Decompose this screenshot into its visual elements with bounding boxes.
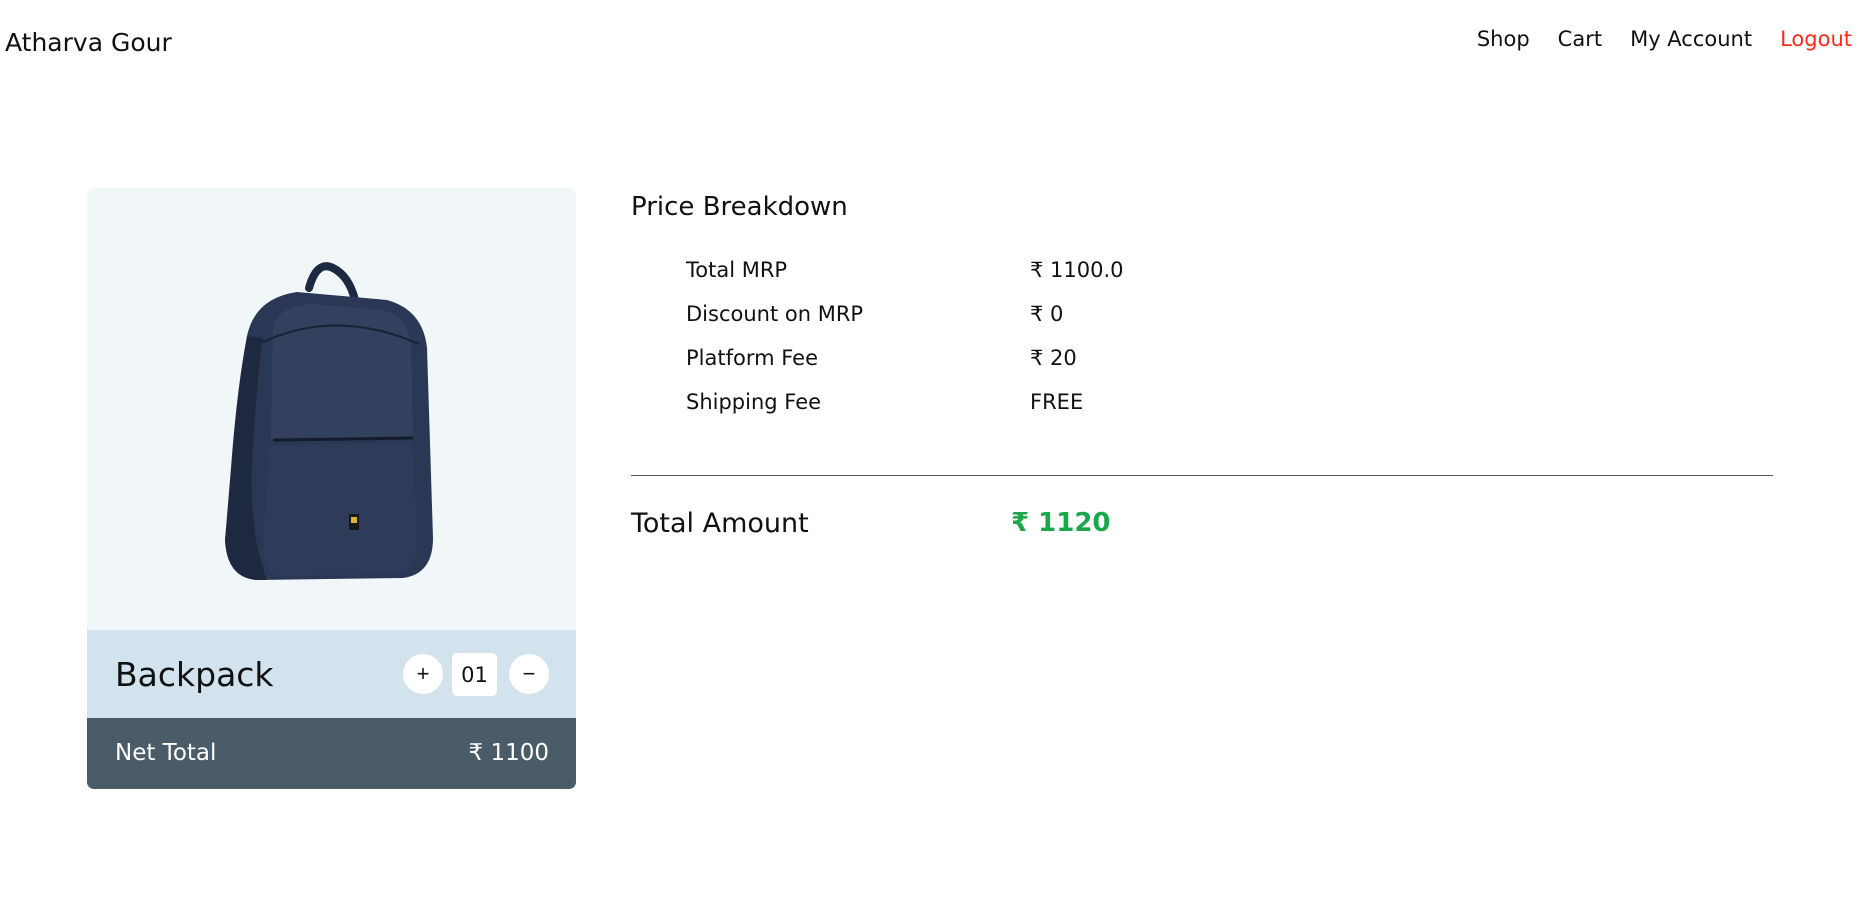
nav-my-account[interactable]: My Account	[1630, 27, 1752, 51]
nav-cart[interactable]: Cart	[1558, 27, 1602, 51]
quantity-decrease-button[interactable]: −	[509, 654, 549, 694]
nav-shop[interactable]: Shop	[1477, 27, 1530, 51]
price-breakdown-title: Price Breakdown	[631, 192, 848, 222]
product-image	[87, 188, 576, 630]
row-total-mrp-value: ₹ 1100.0	[1030, 258, 1124, 282]
row-total-mrp-label: Total MRP	[686, 258, 788, 282]
cart-item-card: Backpack + − Net Total ₹ 1100	[87, 188, 576, 789]
row-shipping-fee-value: FREE	[1030, 390, 1084, 414]
nav-links: Shop Cart My Account Logout	[1477, 27, 1852, 51]
brand-link[interactable]: Atharva Gour	[5, 28, 172, 57]
row-shipping-fee-label: Shipping Fee	[686, 390, 822, 414]
row-discount-label: Discount on MRP	[686, 302, 864, 326]
total-amount-label: Total Amount	[631, 508, 809, 539]
navbar: Atharva Gour Shop Cart My Account Logout	[0, 0, 1866, 84]
quantity-increase-button[interactable]: +	[403, 654, 443, 694]
row-platform-fee-value: ₹ 20	[1030, 346, 1077, 370]
net-total-label: Net Total	[115, 740, 217, 766]
row-platform-fee-label: Platform Fee	[686, 346, 819, 370]
product-name: Backpack	[115, 655, 274, 694]
nav-logout[interactable]: Logout	[1780, 27, 1852, 51]
total-amount-value: ₹ 1120	[1011, 508, 1111, 538]
product-name-row: Backpack + −	[87, 630, 576, 718]
breakdown-divider	[631, 475, 1773, 476]
price-breakdown: Price Breakdown	[631, 192, 1773, 222]
backpack-image	[225, 262, 433, 580]
net-total-value: ₹ 1100	[468, 740, 549, 766]
quantity-input[interactable]	[452, 653, 497, 696]
net-total-row: Net Total ₹ 1100	[87, 718, 576, 789]
row-discount-value: ₹ 0	[1030, 302, 1064, 326]
